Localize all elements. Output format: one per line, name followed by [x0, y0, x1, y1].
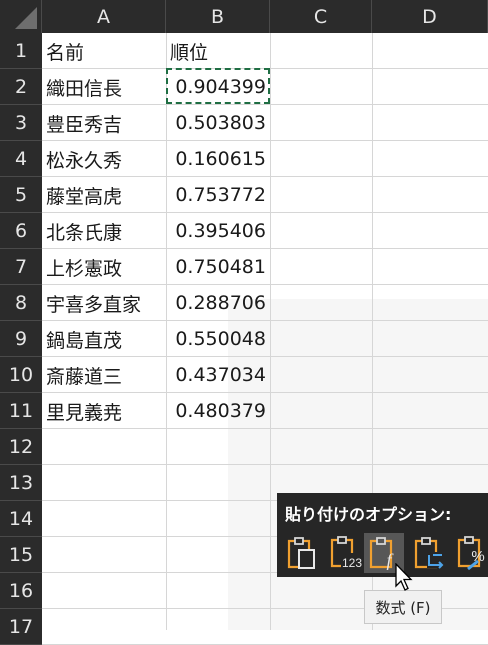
gridline-horizontal	[42, 464, 488, 465]
row-header-17[interactable]: 17	[0, 609, 42, 645]
cell-a5[interactable]: 藤堂高虎	[42, 177, 166, 213]
paste-formatting-button[interactable]: %	[453, 533, 488, 573]
cell-a4[interactable]: 松永久秀	[42, 141, 166, 177]
row-header-11[interactable]: 11	[0, 393, 42, 429]
cell-b3[interactable]: 0.503803	[166, 105, 270, 141]
select-all-triangle-icon	[15, 7, 37, 29]
row-header-6[interactable]: 6	[0, 213, 42, 249]
row-header-15[interactable]: 15	[0, 537, 42, 573]
row-header-16[interactable]: 16	[0, 573, 42, 609]
cell-a10[interactable]: 斎藤道三	[42, 357, 166, 393]
paste-values-button[interactable]: 123	[326, 533, 366, 573]
row-header-4[interactable]: 4	[0, 141, 42, 177]
cell-b7[interactable]: 0.750481	[166, 249, 270, 285]
paste-icon	[287, 537, 315, 569]
cell-b10[interactable]: 0.437034	[166, 357, 270, 393]
copy-selection-marquee	[166, 68, 270, 104]
paste-transpose-icon	[414, 537, 445, 569]
svg-text:f: f	[386, 550, 394, 570]
row-header-2[interactable]: 2	[0, 69, 42, 105]
row-header-5[interactable]: 5	[0, 177, 42, 213]
paste-formatting-icon: %	[457, 536, 485, 571]
paste-transpose-button[interactable]	[410, 533, 450, 573]
cell-b6[interactable]: 0.395406	[166, 213, 270, 249]
paste-values-icon: 123	[330, 536, 363, 570]
row-header-13[interactable]: 13	[0, 465, 42, 501]
cell-a1[interactable]: 名前	[42, 33, 166, 69]
cell-b11[interactable]: 0.480379	[166, 393, 270, 429]
row-header-1[interactable]: 1	[0, 33, 42, 69]
cell-a6[interactable]: 北条氏康	[42, 213, 166, 249]
row-header-8[interactable]: 8	[0, 285, 42, 321]
cell-a8[interactable]: 宇喜多直家	[42, 285, 166, 321]
cell-a7[interactable]: 上杉憲政	[42, 249, 166, 285]
paste-options-title: 貼り付けのオプション:	[285, 505, 452, 524]
cell-b8[interactable]: 0.288706	[166, 285, 270, 321]
column-header-a[interactable]: A	[42, 0, 166, 33]
cell-a9[interactable]: 鍋島直茂	[42, 321, 166, 357]
column-header-b[interactable]: B	[166, 0, 270, 33]
cell-a11[interactable]: 里見義尭	[42, 393, 166, 429]
tooltip-paste-formulas: 数式 (F)	[364, 590, 442, 624]
row-header-10[interactable]: 10	[0, 357, 42, 393]
column-header-c[interactable]: C	[270, 0, 372, 33]
row-header-3[interactable]: 3	[0, 105, 42, 141]
select-all-corner[interactable]	[0, 0, 42, 33]
svg-text:123: 123	[342, 556, 362, 570]
cell-b9[interactable]: 0.550048	[166, 321, 270, 357]
row-header-12[interactable]: 12	[0, 429, 42, 465]
row-header-7[interactable]: 7	[0, 249, 42, 285]
cell-b4[interactable]: 0.160615	[166, 141, 270, 177]
mouse-cursor-icon	[395, 563, 413, 591]
column-header-d[interactable]: D	[372, 0, 488, 33]
row-header-14[interactable]: 14	[0, 501, 42, 537]
cell-b1[interactable]: 順位	[166, 33, 270, 69]
row-header-9[interactable]: 9	[0, 321, 42, 357]
paste-button[interactable]	[282, 533, 322, 573]
paste-options-panel: 貼り付けのオプション: 123 f %	[277, 493, 488, 577]
cell-a3[interactable]: 豊臣秀吉	[42, 105, 166, 141]
cell-a2[interactable]: 織田信長	[42, 69, 166, 105]
gridline-vertical	[270, 33, 271, 630]
cell-b5[interactable]: 0.753772	[166, 177, 270, 213]
